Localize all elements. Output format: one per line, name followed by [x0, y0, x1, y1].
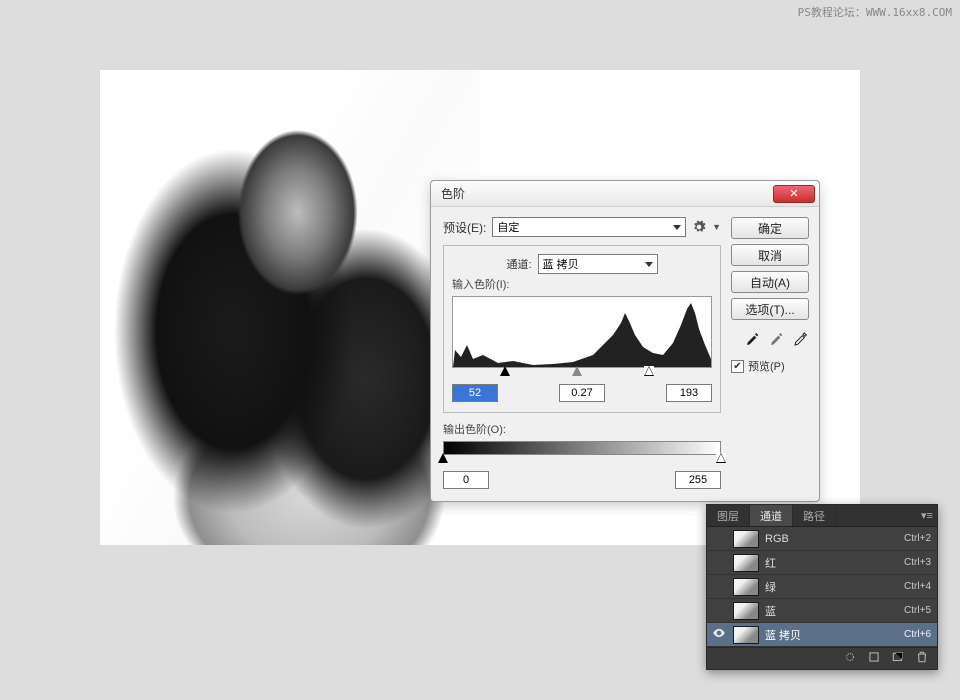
preset-label: 预设(E):: [443, 219, 486, 236]
input-white-field[interactable]: 193: [666, 384, 712, 402]
panel-tabs: 图层 通道 路径 ▾≡: [707, 505, 937, 527]
visibility-toggle[interactable]: [711, 626, 727, 643]
close-icon: ✕: [789, 187, 798, 200]
preview-label: 预览(P): [748, 358, 785, 374]
tab-paths[interactable]: 路径: [793, 505, 836, 526]
input-slider[interactable]: [452, 366, 712, 380]
dialog-title: 色阶: [441, 185, 465, 202]
load-selection-icon[interactable]: [843, 650, 857, 667]
gamma-handle[interactable]: [572, 366, 582, 376]
input-fieldset: 通道: 蓝 拷贝 输入色阶(I): 52: [443, 245, 721, 413]
channel-item[interactable]: RGB Ctrl+2: [707, 527, 937, 551]
channel-shortcut: Ctrl+4: [885, 581, 931, 592]
channel-shortcut: Ctrl+5: [885, 605, 931, 616]
channel-shortcut: Ctrl+2: [885, 533, 931, 544]
close-button[interactable]: ✕: [773, 185, 815, 203]
cancel-button[interactable]: 取消: [731, 244, 809, 266]
channel-thumb: [733, 554, 759, 572]
eyedropper-black-icon[interactable]: [745, 331, 761, 347]
delete-channel-icon[interactable]: [915, 650, 929, 667]
chevron-down-icon[interactable]: ▼: [712, 222, 721, 232]
photo-portrait: [100, 70, 480, 545]
channel-thumb: [733, 626, 759, 644]
preview-checkbox[interactable]: ✔: [731, 360, 744, 373]
output-black-handle[interactable]: [438, 453, 448, 463]
eye-icon: [712, 626, 726, 643]
channel-name: 蓝 拷贝: [765, 627, 879, 643]
black-point-handle[interactable]: [500, 366, 510, 376]
panel-menu-icon[interactable]: ▾≡: [917, 505, 937, 526]
eyedropper-white-icon[interactable]: [793, 331, 809, 347]
channel-name: RGB: [765, 533, 879, 545]
white-point-handle[interactable]: [644, 366, 654, 376]
auto-button[interactable]: 自动(A): [731, 271, 809, 293]
channel-name: 绿: [765, 579, 879, 595]
output-black-field[interactable]: 0: [443, 471, 489, 489]
input-levels-label: 输入色阶(I):: [452, 276, 712, 292]
channel-name: 红: [765, 555, 879, 571]
watermark-text: PS教程论坛：WWW.16xx8.COM: [798, 4, 952, 20]
input-black-field[interactable]: 52: [452, 384, 498, 402]
tab-channels[interactable]: 通道: [750, 505, 793, 526]
channel-name: 蓝: [765, 603, 879, 619]
channel-thumb: [733, 602, 759, 620]
channel-shortcut: Ctrl+6: [885, 629, 931, 640]
output-white-field[interactable]: 255: [675, 471, 721, 489]
dialog-titlebar[interactable]: 色阶 ✕: [431, 181, 819, 207]
new-channel-icon[interactable]: [891, 650, 905, 667]
levels-dialog: 色阶 ✕ 预设(E): 自定 ▼ 通道: 蓝 拷贝: [430, 180, 820, 502]
channel-item[interactable]: 蓝 拷贝 Ctrl+6: [707, 623, 937, 647]
options-button[interactable]: 选项(T)...: [731, 298, 809, 320]
output-white-handle[interactable]: [716, 453, 726, 463]
preset-select[interactable]: 自定: [492, 217, 686, 237]
channel-label: 通道:: [506, 256, 531, 272]
channel-item[interactable]: 绿 Ctrl+4: [707, 575, 937, 599]
preview-checkbox-row[interactable]: ✔ 预览(P): [731, 358, 809, 374]
channel-thumb: [733, 578, 759, 596]
channels-panel: 图层 通道 路径 ▾≡ RGB Ctrl+2 红 Ctrl+3 绿 Ctrl+4…: [706, 504, 938, 670]
channel-value: 蓝 拷贝: [543, 256, 579, 272]
histogram[interactable]: [452, 296, 712, 368]
channel-thumb: [733, 530, 759, 548]
ok-button[interactable]: 确定: [731, 217, 809, 239]
channel-item[interactable]: 红 Ctrl+3: [707, 551, 937, 575]
preset-value: 自定: [497, 219, 519, 235]
channel-select[interactable]: 蓝 拷贝: [538, 254, 658, 274]
channel-shortcut: Ctrl+3: [885, 557, 931, 568]
gear-icon[interactable]: [692, 220, 706, 234]
save-selection-icon[interactable]: [867, 650, 881, 667]
input-gamma-field[interactable]: 0.27: [559, 384, 605, 402]
tab-layers[interactable]: 图层: [707, 505, 750, 526]
channel-item[interactable]: 蓝 Ctrl+5: [707, 599, 937, 623]
output-slider[interactable]: [443, 453, 721, 467]
output-section: 输出色阶(O): 0 255: [443, 421, 721, 489]
panel-footer: [707, 647, 937, 669]
eyedropper-gray-icon[interactable]: [769, 331, 785, 347]
output-levels-label: 输出色阶(O):: [443, 421, 721, 437]
